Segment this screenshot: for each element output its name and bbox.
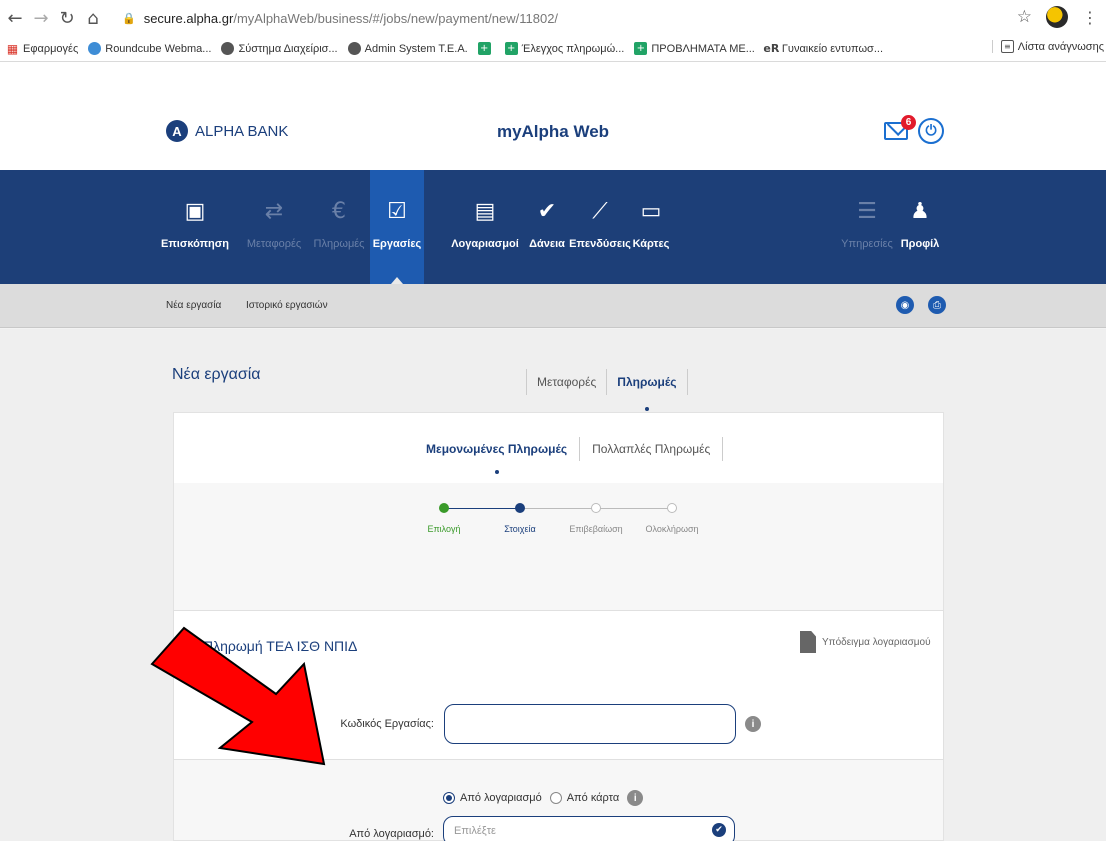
step-circle [591, 503, 601, 513]
sheets-icon: + [504, 42, 518, 55]
tab-multiple-payments[interactable]: Πολλαπλές Πληρωμές [592, 442, 710, 456]
cards-icon: ▭ [640, 198, 662, 224]
reload-icon[interactable]: ↻ [56, 7, 78, 29]
bookmark-problems[interactable]: + ΠΡΟΒΛΗΜΑΤΑ ΜΕ... [634, 42, 755, 55]
forward-arrow-icon[interactable]: → [30, 7, 52, 29]
globe-icon [347, 42, 361, 55]
step-selection: Επιλογή [404, 503, 484, 534]
radio-from-account[interactable] [443, 792, 455, 804]
reading-list-icon: ≡ [1000, 40, 1014, 53]
back-arrow-icon[interactable]: ← [4, 7, 26, 29]
nav-profile[interactable]: ♟ Προφίλ [900, 170, 940, 284]
address-bar[interactable]: 🔒 secure.alpha.gr/myAlphaWeb/business/#/… [122, 4, 558, 32]
from-account-label: Από λογαριασμό: [349, 828, 434, 840]
task-code-input[interactable] [444, 704, 736, 744]
logout-power-icon[interactable]: ⏻ [918, 118, 944, 144]
radio-from-card[interactable] [549, 792, 562, 804]
step-circle [439, 503, 449, 513]
browser-toolbar: ← → ↻ ⌂ 🔒 secure.alpha.gr/myAlphaWeb/bus… [0, 0, 1106, 36]
payment-type-tabs: Μεμονωμένες Πληρωμές Πολλαπλές Πληρωμές [426, 437, 735, 474]
transfers-icon: ⇄ [264, 198, 284, 224]
tab-transfers[interactable]: Μεταφορές [537, 375, 596, 389]
mail-icon[interactable]: 6 [884, 115, 916, 140]
url-path: /myAlphaWeb/business/#/jobs/new/payment/… [233, 10, 559, 26]
nav-cards[interactable]: ▭ Κάρτες [628, 170, 674, 284]
bookmark-roundcube[interactable]: Roundcube Webma... [88, 42, 211, 55]
category-tabs: Μεταφορές Πληρωμές [516, 369, 698, 411]
services-icon: ☰ [857, 198, 877, 224]
progress-stepper: Επιλογή Στοιχεία Επιβεβαίωση Ολοκλήρωση [174, 503, 943, 563]
bookmarks-bar: ▦ Εφαρμογές Roundcube Webma... Σύστημα Δι… [0, 36, 1106, 62]
step-confirmation: Επιβεβαίωση [556, 503, 636, 534]
investments-icon: ⟋ [592, 198, 608, 224]
apps-grid-icon: ▦ [6, 41, 19, 56]
url-host: secure.alpha.gr [143, 10, 234, 26]
loans-icon: ✔ [537, 198, 557, 224]
card-header: Μεμονωμένες Πληρωμές Πολλαπλές Πληρωμές [174, 413, 943, 483]
chevron-down-icon: ✔ [712, 823, 726, 837]
main-nav: ▣ Επισκόπηση ⇄ Μεταφορές € Πληρωμές ☑ Ερ… [0, 170, 1106, 284]
tab-single-payments[interactable]: Μεμονωμένες Πληρωμές [426, 442, 567, 474]
overview-icon: ▣ [184, 198, 206, 224]
home-icon[interactable]: ⌂ [82, 7, 104, 29]
active-tab-dot [494, 470, 499, 474]
red-arrow-shape [150, 626, 326, 766]
nav-loans[interactable]: ✔ Δάνεια [524, 170, 570, 284]
profile-icon: ♟ [910, 198, 930, 224]
nav-transfers[interactable]: ⇄ Μεταφορές [247, 170, 301, 284]
mail-badge: 6 [901, 115, 916, 130]
info-icon[interactable]: i [745, 716, 761, 732]
globe-icon [221, 42, 235, 55]
tab-payments[interactable]: Πληρωμές [617, 375, 677, 411]
sheets-icon: + [634, 42, 648, 55]
bookmark-admin[interactable]: Admin System T.E.A. [347, 42, 468, 55]
account-template-link[interactable]: Υπόδειγμα λογαριασμού [800, 631, 931, 653]
active-tab-dot [644, 407, 649, 411]
red-arrow-annotation [150, 626, 326, 766]
nav-payments[interactable]: € Πληρωμές [314, 170, 365, 284]
bookmark-star-icon[interactable]: ☆ [1017, 7, 1032, 27]
bank-header: A ALPHA BANK myAlpha Web 6 ⏻ [0, 62, 1106, 170]
print-icon[interactable]: ⎙ [928, 296, 946, 314]
step-circle [667, 503, 677, 513]
subnav-new-task[interactable]: Νέα εργασία [166, 300, 221, 311]
source-radio-group: Από λογαριασμό Από κάρτα i [443, 790, 644, 806]
nav-overview[interactable]: ▣ Επισκόπηση [161, 170, 229, 284]
sub-nav: Νέα εργασία Ιστορικό εργασιών ◉ ⎙ [0, 284, 1106, 328]
bookmark-apps[interactable]: ▦ Εφαρμογές [6, 41, 78, 56]
nav-tasks[interactable]: ☑ Εργασίες [370, 170, 424, 284]
step-completion: Ολοκλήρωση [632, 503, 712, 534]
step-circle [515, 503, 525, 513]
menu-dots-icon[interactable]: ⋮ [1082, 8, 1098, 27]
profile-avatar-icon[interactable] [1046, 6, 1068, 28]
step-details: Στοιχεία [480, 503, 560, 534]
nav-accounts[interactable]: ▤ Λογαριασμοί [451, 170, 519, 284]
nav-services[interactable]: ☰ Υπηρεσίες [841, 170, 893, 284]
bookmark-women[interactable]: eR Γυναικείο εντυπωσ... [763, 42, 883, 55]
subnav-history[interactable]: Ιστορικό εργασιών [246, 300, 328, 311]
view-icon[interactable]: ◉ [896, 296, 914, 314]
tasks-icon: ☑ [387, 198, 407, 224]
er-icon: eR [763, 42, 780, 55]
bookmark-payments-check[interactable]: + Έλεγχος πληρωμώ... [504, 42, 624, 55]
from-account-select[interactable]: Επιλέξτε ✔ [443, 816, 735, 841]
payments-icon: € [332, 198, 346, 224]
info-icon[interactable]: i [627, 790, 644, 806]
bookmark-system[interactable]: Σύστημα Διαχείρισ... [221, 42, 338, 55]
wallet-icon: ▤ [474, 198, 496, 224]
page-title: Νέα εργασία [172, 366, 261, 383]
bookmark-sheet[interactable]: + [477, 42, 495, 55]
sheets-icon: + [477, 42, 491, 55]
lock-icon: 🔒 [122, 11, 136, 25]
nav-investments[interactable]: ⟋ Επενδύσεις [569, 170, 631, 284]
reading-list[interactable]: ≡ Λίστα ανάγνωσης [991, 40, 1104, 53]
document-icon [800, 631, 816, 653]
roundcube-icon [88, 42, 102, 55]
